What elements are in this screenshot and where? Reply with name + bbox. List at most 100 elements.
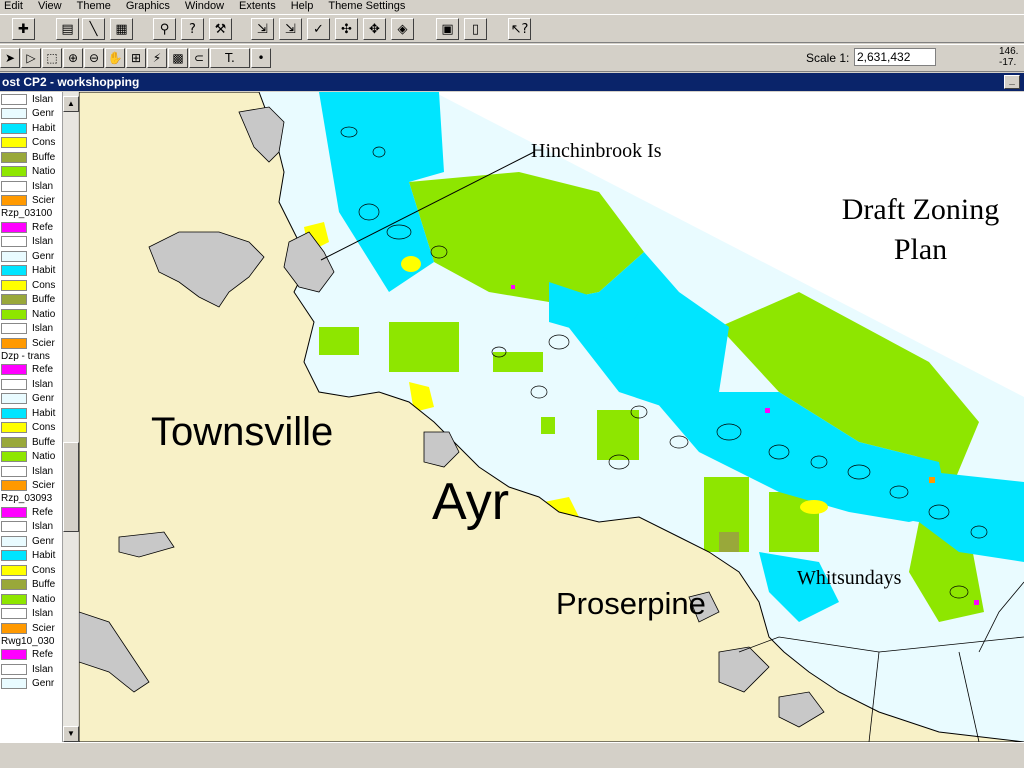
theme-properties-button[interactable]: ▤ <box>56 18 79 40</box>
legend-entry[interactable]: Islan <box>0 377 62 392</box>
legend-swatch <box>1 564 27 576</box>
legend-entry[interactable]: Natio <box>0 592 62 607</box>
legend-entry[interactable]: Cons <box>0 136 62 151</box>
legend-entry[interactable]: Refe <box>0 648 62 663</box>
measure-tool[interactable]: ⊞ <box>126 48 146 68</box>
legend-entry[interactable]: Buffe <box>0 293 62 308</box>
point-tool[interactable]: • <box>251 48 271 68</box>
identify-button[interactable]: ? <box>181 18 204 40</box>
legend-entry[interactable]: Genr <box>0 107 62 122</box>
menu-theme-settings[interactable]: Theme Settings <box>328 0 405 14</box>
help-pointer-button[interactable]: ↖? <box>508 18 531 40</box>
select-features-button[interactable]: ▣ <box>436 18 459 40</box>
legend-swatch <box>1 108 27 120</box>
legend-entry[interactable]: Scier <box>0 479 62 494</box>
zoom-full-button[interactable]: ⇲ <box>251 18 274 40</box>
select-box-tool[interactable]: ⬚ <box>42 48 62 68</box>
legend-entry[interactable]: Refe <box>0 220 62 235</box>
legend-scrollbar[interactable]: ▲ ▼ <box>62 92 79 742</box>
legend-entry[interactable]: Habit <box>0 406 62 421</box>
legend-entry[interactable]: Refe <box>0 505 62 520</box>
scale-input[interactable] <box>854 48 936 66</box>
menu-extents[interactable]: Extents <box>239 0 276 14</box>
legend-entry[interactable]: Natio <box>0 307 62 322</box>
legend-theme-title[interactable]: Dzp - trans <box>0 351 62 363</box>
pointer-tool[interactable]: ➤ <box>0 48 20 68</box>
pan-tool[interactable]: ✋ <box>105 48 125 68</box>
legend-entry[interactable]: Refe <box>0 363 62 378</box>
legend-label: Islan <box>32 180 54 192</box>
legend-entry[interactable]: Cons <box>0 421 62 436</box>
legend-theme-title[interactable]: Rwg10_030 <box>0 636 62 648</box>
legend-entry[interactable]: Genr <box>0 392 62 407</box>
menu-window[interactable]: Window <box>185 0 224 14</box>
marine-park-zone <box>493 352 543 372</box>
add-theme-button[interactable]: ✚ <box>12 18 35 40</box>
zoom-out-fixed-button[interactable]: ✥ <box>363 18 386 40</box>
zoom-previous-button[interactable]: ◈ <box>391 18 414 40</box>
menu-edit[interactable]: Edit <box>4 0 23 14</box>
legend-entry[interactable]: Islan <box>0 464 62 479</box>
legend-label: Buffe <box>32 436 56 448</box>
scroll-up-button[interactable]: ▲ <box>63 96 79 112</box>
legend-entry[interactable]: Scier <box>0 621 62 636</box>
legend-entry[interactable]: Cons <box>0 278 62 293</box>
menu-theme[interactable]: Theme <box>77 0 111 14</box>
zoom-out-tool[interactable]: ⊖ <box>84 48 104 68</box>
legend-entry[interactable]: Scier <box>0 336 62 351</box>
legend-entry[interactable]: Islan <box>0 607 62 622</box>
legend-entry[interactable]: Islan <box>0 322 62 337</box>
zoom-in-tool[interactable]: ⊕ <box>63 48 83 68</box>
view-title-bar[interactable]: ost CP2 - workshopping _ <box>0 73 1024 91</box>
legend-entry[interactable]: Habit <box>0 264 62 279</box>
zoom-selected-button[interactable]: ✓ <box>307 18 330 40</box>
legend-entry[interactable]: Scier <box>0 194 62 209</box>
layout-button[interactable]: ▯ <box>464 18 487 40</box>
area-select-tool[interactable]: ▩ <box>168 48 188 68</box>
legend-entry[interactable]: Islan <box>0 92 62 107</box>
map-canvas[interactable]: Hinchinbrook Is Draft Zoning Plan Townsv… <box>79 92 1024 742</box>
legend-entry[interactable]: Cons <box>0 563 62 578</box>
legend-entry[interactable]: Islan <box>0 662 62 677</box>
zoom-selected-icon: ✓ <box>313 21 324 37</box>
label-tool[interactable]: ⊂ <box>189 48 209 68</box>
vertex-edit-tool[interactable]: ▷ <box>21 48 41 68</box>
conservation-park-zone <box>800 500 828 514</box>
legend-entry[interactable]: Natio <box>0 450 62 465</box>
text-tool[interactable]: T. <box>210 48 250 68</box>
legend-entry[interactable]: Islan <box>0 179 62 194</box>
legend-entry[interactable]: Habit <box>0 549 62 564</box>
menu-graphics[interactable]: Graphics <box>126 0 170 14</box>
legend-swatch <box>1 622 27 634</box>
scroll-thumb[interactable] <box>63 442 79 532</box>
zoom-in-fixed-button[interactable]: ✣ <box>335 18 358 40</box>
menu-help[interactable]: Help <box>291 0 314 14</box>
legend-entry[interactable]: Islan <box>0 235 62 250</box>
hotlink-tool[interactable]: ⚡ <box>147 48 167 68</box>
legend-theme-title[interactable]: Rzp_03100 <box>0 208 62 220</box>
zoom-active-button[interactable]: ⇲ <box>279 18 302 40</box>
edit-legend-button[interactable]: ╲ <box>82 18 105 40</box>
find-button[interactable]: ⚲ <box>153 18 176 40</box>
query-builder-button[interactable]: ⚒ <box>209 18 232 40</box>
minimize-button[interactable]: _ <box>1004 75 1020 89</box>
legend-swatch <box>1 506 27 518</box>
scroll-down-button[interactable]: ▼ <box>63 726 79 742</box>
select-box-icon: ⬚ <box>46 51 58 65</box>
legend-theme-title[interactable]: Rzp_03093 <box>0 493 62 505</box>
legend-entry[interactable]: Genr <box>0 249 62 264</box>
legend-entry[interactable]: Habit <box>0 121 62 136</box>
menu-view[interactable]: View <box>38 0 62 14</box>
legend-entry[interactable]: Genr <box>0 534 62 549</box>
add-theme-icon: ✚ <box>18 21 29 37</box>
theme-legend[interactable]: Islan Genr Habit Cons Buffe Natio Islan Scier Rz… <box>0 92 62 742</box>
legend-entry[interactable]: Natio <box>0 165 62 180</box>
legend-entry[interactable]: Islan <box>0 520 62 535</box>
legend-entry[interactable]: Buffe <box>0 435 62 450</box>
open-table-button[interactable]: ▦ <box>110 18 133 40</box>
arrow-up-icon: ▲ <box>67 99 75 108</box>
arrow-down-icon: ▼ <box>67 729 75 738</box>
legend-entry[interactable]: Genr <box>0 677 62 692</box>
legend-entry[interactable]: Buffe <box>0 150 62 165</box>
legend-entry[interactable]: Buffe <box>0 578 62 593</box>
